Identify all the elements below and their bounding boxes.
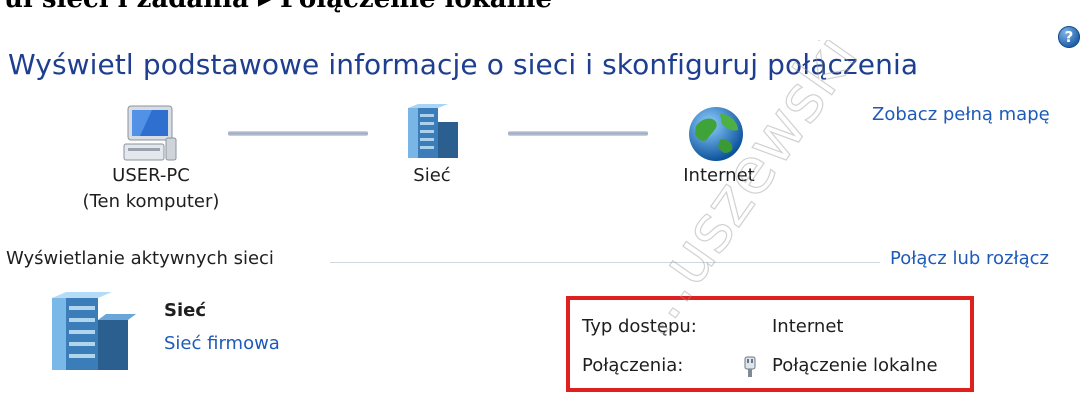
connections-label: Połączenia: bbox=[582, 355, 684, 376]
internet-name: Internet bbox=[683, 165, 755, 186]
page-title: Wyświetl podstawowe informacje o sieci i… bbox=[8, 48, 919, 81]
connection-line bbox=[228, 131, 368, 136]
computer-icon bbox=[118, 104, 182, 164]
access-type-label: Typ dostępu: bbox=[582, 316, 697, 337]
connection-line bbox=[508, 131, 648, 136]
connect-disconnect-link[interactable]: Połącz lub rozłącz bbox=[890, 248, 1049, 269]
access-type-value: Internet bbox=[772, 316, 844, 337]
active-networks-heading: Wyświetlanie aktywnych sieci bbox=[6, 248, 274, 269]
network-type-link[interactable]: Sieć firmowa bbox=[164, 333, 280, 354]
help-icon[interactable]: ? bbox=[1058, 26, 1080, 48]
active-network-name: Sieć bbox=[164, 300, 207, 321]
network-name: Sieć bbox=[413, 165, 451, 186]
computer-name: USER-PC bbox=[112, 165, 190, 186]
breadcrumb: ul sieci i zadania ▸ Połączenie lokalne bbox=[4, 0, 552, 14]
globe-icon bbox=[686, 104, 746, 164]
section-divider bbox=[330, 262, 880, 263]
view-full-map-link[interactable]: Zobacz pełną mapę bbox=[872, 104, 1050, 125]
local-connection-link[interactable]: Połączenie lokalne bbox=[772, 355, 938, 376]
network-icon bbox=[402, 104, 462, 164]
ethernet-plug-icon bbox=[742, 356, 758, 378]
computer-subtitle: (Ten komputer) bbox=[82, 191, 220, 212]
active-network-icon bbox=[44, 292, 136, 374]
highlight-box bbox=[566, 296, 974, 392]
